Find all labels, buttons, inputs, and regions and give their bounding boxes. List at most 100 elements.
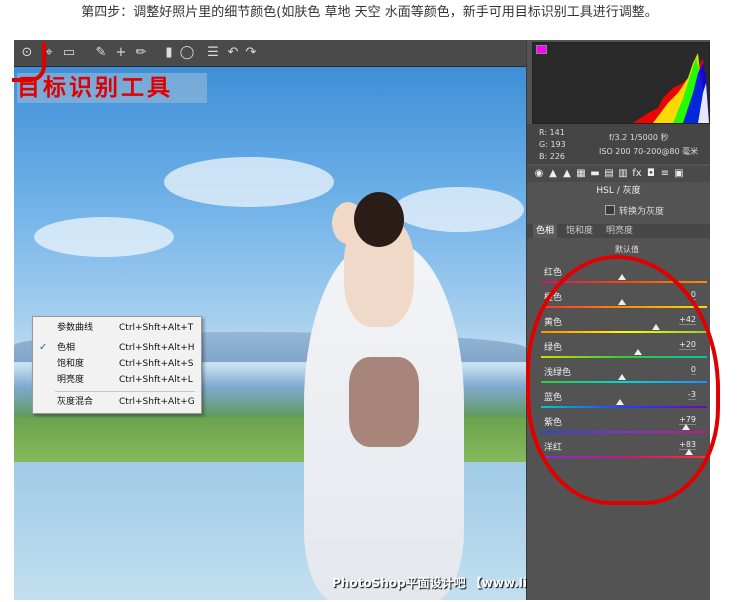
menu-item-parametric-curve[interactable]: 参数曲线 Ctrl+Shft+Alt+T bbox=[33, 321, 201, 335]
adjustment-panel: R: 141 G: 193 B: 226 f/3.2 1/5000 秒 ISO … bbox=[527, 40, 710, 600]
check-icon: ✓ bbox=[39, 342, 48, 353]
annotation-mark bbox=[12, 42, 46, 82]
slider-red[interactable]: 红色 bbox=[527, 264, 710, 289]
rgb-info: R: 141 G: 193 B: 226 f/3.2 1/5000 秒 ISO … bbox=[527, 124, 710, 164]
slider-track[interactable] bbox=[541, 331, 707, 333]
slider-track[interactable] bbox=[541, 356, 707, 358]
rgb-b: B: 226 bbox=[539, 152, 565, 161]
default-link[interactable]: 默认值 bbox=[615, 244, 655, 255]
menu-item-label: 饱和度 bbox=[57, 359, 85, 369]
menu-item-luminance[interactable]: 明亮度 Ctrl+Shft+Alt+L bbox=[33, 373, 201, 387]
slider-label: 紫色 bbox=[544, 418, 563, 428]
cloud bbox=[394, 187, 524, 232]
menu-item-hue[interactable]: ✓ 色相 Ctrl+Shft+Alt+H bbox=[33, 341, 201, 355]
hsl-subtabs: 色相 饱和度 明亮度 bbox=[527, 224, 710, 238]
grayscale-checkbox[interactable] bbox=[605, 205, 615, 215]
menu-separator bbox=[55, 391, 195, 392]
panel-tabs: ◉ ▲ ▲ ▦ ▬ ▤ ▥ fx ◘ ≡ ▣ bbox=[527, 166, 710, 182]
tool-bar: ⊙ ⌖ ▭ ✎ + ✏ ▮ ◯ ☰ ↶ ↷ bbox=[14, 40, 526, 67]
slider-track[interactable] bbox=[541, 456, 707, 458]
slider-thumb[interactable] bbox=[615, 399, 624, 405]
lens-icon[interactable]: ▤ bbox=[603, 168, 615, 180]
slider-track[interactable] bbox=[541, 431, 707, 433]
effects-icon[interactable]: fx bbox=[631, 168, 643, 180]
menu-item-shortcut: Ctrl+Shft+Alt+S bbox=[119, 359, 194, 369]
slider-purple[interactable]: 紫色 +79 bbox=[527, 414, 710, 439]
tab-saturation[interactable]: 饱和度 bbox=[563, 224, 596, 238]
brush-icon[interactable]: ↶ bbox=[224, 44, 242, 62]
slider-value[interactable]: +20 bbox=[679, 340, 696, 350]
slider-thumb[interactable] bbox=[618, 274, 626, 280]
menu-item-label: 色相 bbox=[57, 343, 76, 353]
tat-context-menu: 参数曲线 Ctrl+Shft+Alt+T ✓ 色相 Ctrl+Shft+Alt+… bbox=[32, 316, 202, 414]
target-adjust-icon[interactable]: + bbox=[112, 44, 130, 62]
convert-to-grayscale[interactable]: 转换为灰度 bbox=[605, 205, 705, 219]
slider-label: 橙色 bbox=[544, 293, 563, 303]
slider-label: 浅绿色 bbox=[544, 368, 572, 378]
straighten-icon[interactable]: ▮ bbox=[160, 44, 178, 62]
spot-removal-icon[interactable]: ◯ bbox=[178, 44, 196, 62]
white-balance-icon[interactable]: ▭ bbox=[60, 44, 78, 62]
detail-icon[interactable]: ▲ bbox=[561, 168, 573, 180]
color-sampler-icon[interactable]: ✎ bbox=[92, 44, 110, 62]
slider-thumb[interactable] bbox=[681, 424, 690, 430]
basic-icon[interactable]: ◉ bbox=[533, 168, 545, 180]
camera-calibration-icon[interactable]: ▥ bbox=[617, 168, 629, 180]
menu-item-shortcut: Ctrl+Shft+Alt+L bbox=[119, 375, 193, 385]
histogram bbox=[532, 42, 710, 124]
menu-item-shortcut: Ctrl+Shft+Alt+T bbox=[119, 323, 194, 333]
menu-item-label: 灰度混合 bbox=[57, 397, 94, 407]
slider-thumb[interactable] bbox=[618, 374, 626, 380]
menu-item-shortcut: Ctrl+Shft+Alt+H bbox=[119, 343, 195, 353]
hsl-icon[interactable]: ▦ bbox=[575, 168, 587, 180]
split-toning-icon[interactable]: ▬ bbox=[589, 168, 601, 180]
slider-blue[interactable]: 蓝色 -3 bbox=[527, 389, 710, 414]
dress-sash bbox=[349, 357, 419, 447]
rgb-g: G: 193 bbox=[539, 140, 566, 149]
slider-thumb[interactable] bbox=[685, 449, 694, 455]
tab-luminance[interactable]: 明亮度 bbox=[603, 224, 636, 238]
slider-track[interactable] bbox=[541, 381, 707, 383]
slider-label: 洋红 bbox=[544, 443, 563, 453]
menu-item-grayscale-mix[interactable]: 灰度混合 Ctrl+Shft+Alt+G bbox=[33, 395, 201, 409]
slider-value[interactable]: 0 bbox=[690, 365, 696, 375]
bride-hair bbox=[354, 192, 404, 247]
slider-orange[interactable]: 橙色 0 bbox=[527, 289, 710, 314]
crop-icon[interactable]: ✏ bbox=[132, 44, 150, 62]
menu-item-label: 参数曲线 bbox=[57, 323, 94, 333]
slider-aqua[interactable]: 浅绿色 0 bbox=[527, 364, 710, 389]
slider-label: 红色 bbox=[544, 268, 563, 278]
tone-curve-icon[interactable]: ▲ bbox=[547, 168, 559, 180]
iso-lens: ISO 200 70-200@80 毫米 bbox=[599, 147, 699, 156]
slider-label: 绿色 bbox=[544, 343, 563, 353]
snapshots-icon[interactable]: ▣ bbox=[673, 168, 685, 180]
cloud bbox=[164, 157, 334, 207]
rotate-icon[interactable]: ↷ bbox=[242, 44, 260, 62]
page-caption: 第四步：调整好照片里的细节颜色(如肤色 草地 天空 水面等颜色，新手可用目标识别… bbox=[81, 5, 658, 20]
slider-value[interactable]: +42 bbox=[679, 315, 696, 325]
aperture-shutter: f/3.2 1/5000 秒 bbox=[609, 133, 669, 142]
presets-icon[interactable]: ≡ bbox=[659, 168, 671, 180]
camera-icon[interactable]: ◘ bbox=[645, 168, 657, 180]
rgb-r: R: 141 bbox=[539, 128, 565, 137]
histogram-graph bbox=[533, 53, 709, 123]
slider-label: 蓝色 bbox=[544, 393, 563, 403]
grayscale-label: 转换为灰度 bbox=[619, 207, 665, 217]
tab-hue[interactable]: 色相 bbox=[533, 224, 558, 238]
menu-item-saturation[interactable]: 饱和度 Ctrl+Shft+Alt+S bbox=[33, 357, 201, 371]
slider-track[interactable] bbox=[541, 406, 707, 408]
slider-value[interactable]: -3 bbox=[688, 390, 696, 400]
cloud bbox=[34, 217, 174, 257]
targeted-adjustment-tool-annotation: 目标识别工具 bbox=[17, 73, 207, 103]
slider-magenta[interactable]: 洋红 +83 bbox=[527, 439, 710, 464]
slider-track[interactable] bbox=[541, 306, 707, 308]
slider-value[interactable]: 0 bbox=[690, 290, 696, 300]
slider-green[interactable]: 绿色 +20 bbox=[527, 339, 710, 364]
panel-title: HSL / 灰度 bbox=[596, 186, 641, 196]
slider-thumb[interactable] bbox=[634, 349, 643, 355]
slider-track[interactable] bbox=[541, 281, 707, 283]
red-eye-icon[interactable]: ☰ bbox=[204, 44, 222, 62]
slider-thumb[interactable] bbox=[652, 324, 661, 330]
slider-yellow[interactable]: 黄色 +42 bbox=[527, 314, 710, 339]
slider-thumb[interactable] bbox=[618, 299, 626, 305]
